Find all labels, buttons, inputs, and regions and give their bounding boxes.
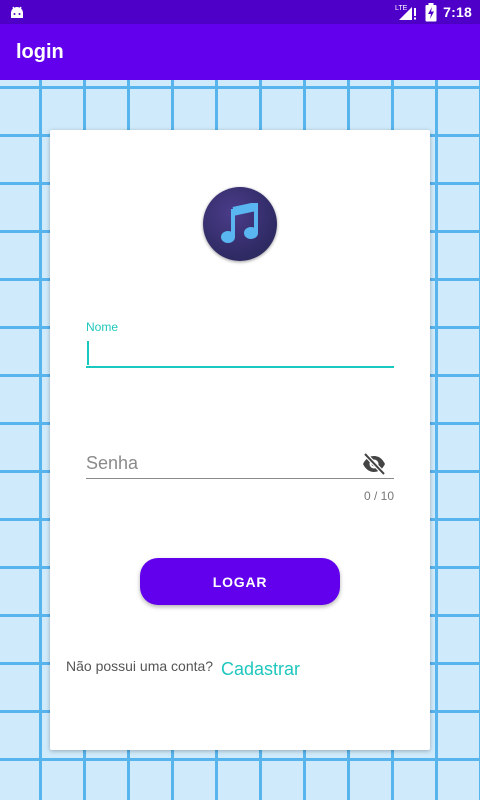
eye-off-icon[interactable] [361,452,387,476]
music-note-icon [221,203,258,243]
name-input[interactable] [86,336,394,368]
password-input[interactable] [86,448,394,479]
page-title: login [16,41,64,63]
status-time: 7:18 [443,4,472,20]
battery-charging-icon [425,2,437,21]
signal-icon: LTE [395,5,417,20]
password-char-counter: 0 / 10 [363,489,394,503]
name-field-label: Nome [86,320,119,334]
app-logo [203,187,277,261]
text-cursor [87,341,89,365]
register-link[interactable]: Cadastrar [221,659,300,680]
android-icon [11,6,23,18]
login-button[interactable]: LOGAR [140,558,340,605]
network-label: LTE [395,5,408,12]
app-bar: login [0,24,480,80]
status-bar: LTE 7:18 [0,0,480,24]
no-account-text: Não possui uma conta? [66,658,214,674]
login-card: Nome 0 / 10 LOGAR Não possui uma conta? … [50,130,430,750]
